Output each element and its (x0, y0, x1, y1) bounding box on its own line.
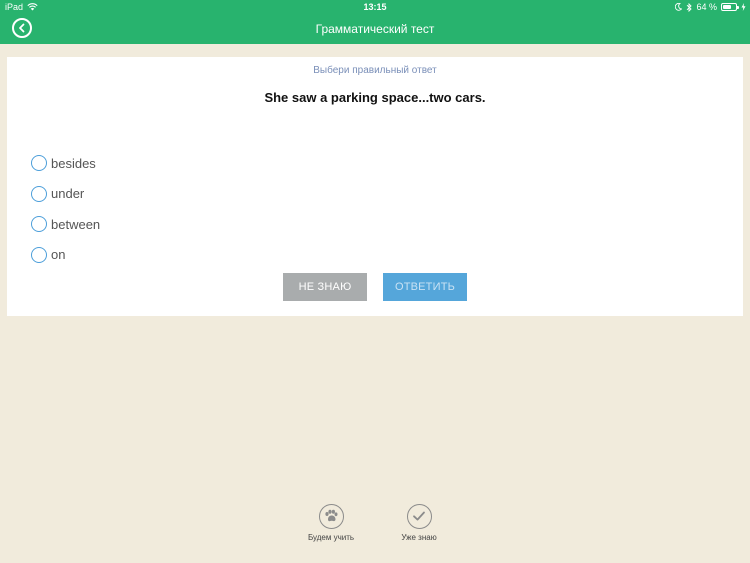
already-know-label: Уже знаю (401, 533, 437, 542)
charging-icon (741, 3, 746, 11)
nav-bar: Грамматический тест (0, 14, 750, 44)
radio-button[interactable] (31, 185, 47, 202)
radio-button[interactable] (31, 155, 47, 172)
answer-option[interactable]: between (31, 209, 100, 240)
page-title: Грамматический тест (315, 22, 435, 36)
will-learn-label: Будем учить (307, 533, 355, 542)
moon-icon (675, 3, 683, 11)
battery-fill (723, 5, 731, 9)
radio-button[interactable] (31, 216, 47, 233)
answer-button[interactable]: ОТВЕТИТЬ (383, 273, 467, 301)
status-time: 13:15 (363, 2, 387, 12)
will-learn-button[interactable]: Будем учить (301, 504, 361, 542)
paw-icon (324, 509, 337, 522)
paw-circle (318, 504, 344, 529)
check-circle (406, 504, 432, 529)
battery-icon (721, 3, 739, 11)
question-text: She saw a parking space...two cars. (264, 90, 486, 105)
option-label: under (51, 186, 85, 202)
option-label: besides (51, 155, 96, 171)
battery-percent: 64 % (696, 2, 717, 12)
bluetooth-icon (687, 2, 693, 12)
answer-option[interactable]: on (31, 240, 100, 271)
instruction-text: Выбери правильный ответ (313, 65, 437, 76)
dont-know-button[interactable]: НЕ ЗНАЮ (283, 273, 367, 301)
option-label: between (51, 216, 101, 232)
check-icon (412, 511, 425, 521)
radio-button[interactable] (31, 246, 47, 263)
answer-option[interactable]: besides (31, 148, 100, 179)
answer-options: besides under between on (31, 148, 100, 270)
status-bar: iPad 13:15 64 % (0, 0, 750, 14)
answer-option[interactable]: under (31, 179, 100, 210)
already-know-button[interactable]: Уже знаю (391, 504, 447, 542)
question-card: Выбери правильный ответ She saw a parkin… (7, 57, 743, 316)
battery-cap (737, 6, 739, 9)
option-label: on (51, 247, 66, 263)
status-right: 64 % (675, 2, 746, 12)
